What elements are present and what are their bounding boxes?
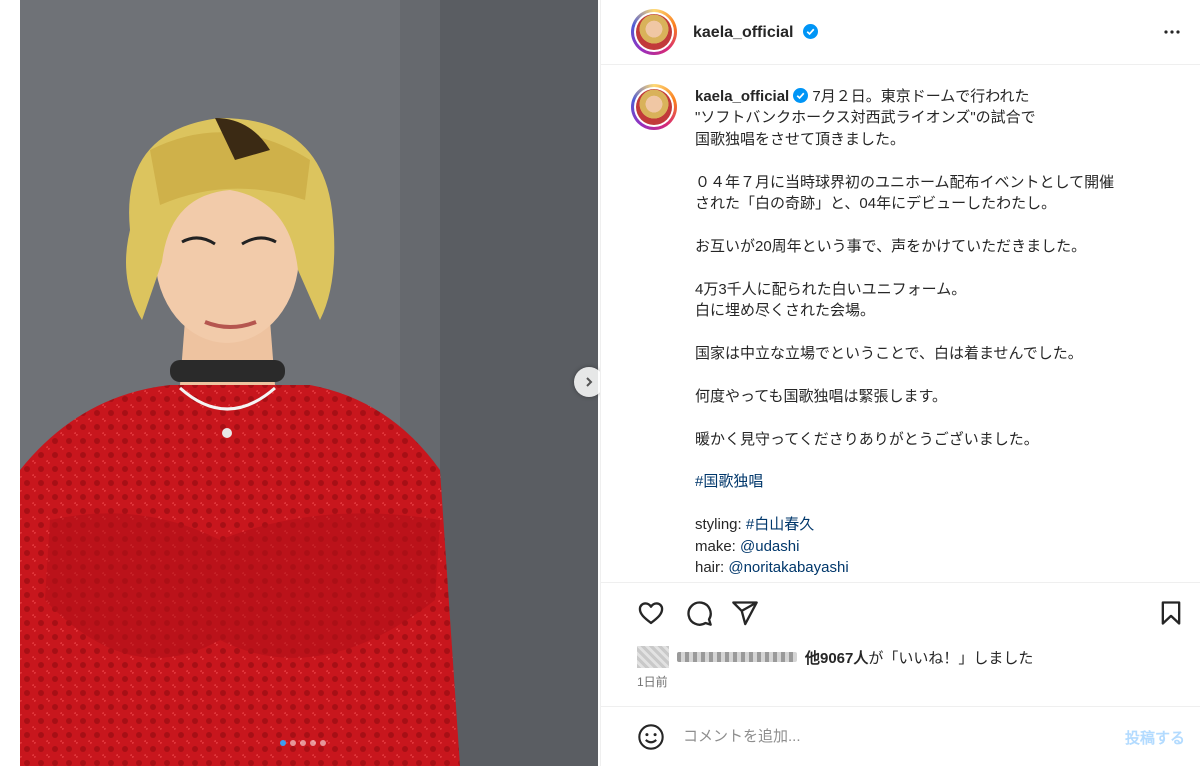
more-options-button[interactable] [1160, 20, 1184, 48]
action-bar [601, 582, 1200, 639]
caption-line: 暖かく見守ってくださりありがとうございました。 [695, 430, 1039, 448]
comment-input[interactable] [681, 727, 1085, 746]
post-sidebar: kaela_official kaela_official 7月２日。東京ドーム… [600, 0, 1200, 766]
author-avatar[interactable] [631, 9, 677, 55]
avatar-image [636, 14, 672, 50]
carousel-dot [320, 740, 326, 746]
bookmark-icon [1161, 601, 1181, 625]
caption-line: ０４年７月に当時球界初のユニホーム配布イベントとして開催 [695, 173, 1115, 191]
caption-line: 白に埋め尽くされた会場。 [695, 302, 876, 320]
likes-count[interactable]: 他9067人 [805, 647, 868, 668]
heart-icon [638, 602, 664, 625]
verified-badge-icon [793, 88, 809, 103]
caption-line: お互いが20周年という事で、声をかけていただきました。 [695, 237, 1087, 255]
caption-area: kaela_official 7月２日。東京ドームで行われた "ソフトバンクホー… [601, 64, 1200, 582]
carousel-dot [280, 740, 286, 746]
liker-name-blurred [677, 652, 797, 662]
carousel-dot [310, 740, 316, 746]
verified-badge-icon [802, 24, 818, 39]
likes-summary[interactable]: 他9067人 が「いいね！」しました [637, 646, 1033, 668]
credit-link[interactable]: @udashi [740, 538, 799, 555]
credit-link[interactable]: #白山春久 [746, 516, 814, 533]
hashtag-link[interactable]: #国歌独唱 [695, 473, 763, 490]
caption-username[interactable]: kaela_official [695, 88, 789, 105]
likes-suffix: が「いいね！」しました [868, 649, 1034, 667]
author-username[interactable]: kaela_official [693, 24, 794, 41]
credit-label: hair: [695, 558, 729, 576]
like-button[interactable] [637, 599, 665, 631]
caption-line: 国家は中立な立場でということで、白は着ませんでした。 [695, 344, 1083, 362]
caption-line: された「白の奇跡」と、04年にデビューしたわたし。 [695, 195, 1057, 213]
carousel-dots [280, 740, 326, 746]
credit-label: styling: [695, 516, 746, 534]
caption-author-avatar[interactable] [631, 84, 677, 130]
carousel-dot [290, 740, 296, 746]
more-options-icon [1164, 30, 1180, 34]
caption-line: 7月２日。東京ドームで行われた [812, 88, 1030, 105]
share-icon [732, 601, 758, 626]
avatar-image [636, 89, 672, 125]
media-pane [0, 0, 600, 766]
share-button[interactable] [731, 599, 759, 631]
comment-icon [687, 601, 712, 626]
comment-bar: 投稿する [601, 706, 1200, 767]
emoji-icon [638, 724, 664, 750]
caption-line: 国歌独唱をさせて頂きました。 [695, 130, 906, 148]
emoji-button[interactable] [637, 723, 665, 755]
credit-label: make: [695, 537, 741, 555]
portrait-image [20, 0, 598, 766]
carousel-dot [300, 740, 306, 746]
post-photo[interactable] [20, 0, 598, 766]
post-header: kaela_official [601, 0, 1200, 65]
caption-line: 何度やっても国歌独唱は緊張します。 [695, 387, 948, 405]
liker-avatar [637, 646, 669, 668]
chevron-right-icon [586, 377, 593, 387]
caption-line: 4万3千人に配られた白いユニフォーム。 [695, 280, 967, 298]
next-slide-button[interactable] [574, 367, 600, 397]
caption-text: kaela_official 7月２日。東京ドームで行われた "ソフトバンクホー… [695, 86, 1175, 578]
post-comment-button[interactable]: 投稿する [1125, 727, 1185, 748]
credit-link[interactable]: @noritakabayashi [728, 559, 848, 576]
caption-line: "ソフトバンクホークス対西武ライオンズ"の試合で [695, 109, 1036, 127]
post-timestamp[interactable]: 1日前 [637, 673, 668, 690]
save-button[interactable] [1157, 599, 1185, 631]
comment-button[interactable] [685, 599, 713, 631]
